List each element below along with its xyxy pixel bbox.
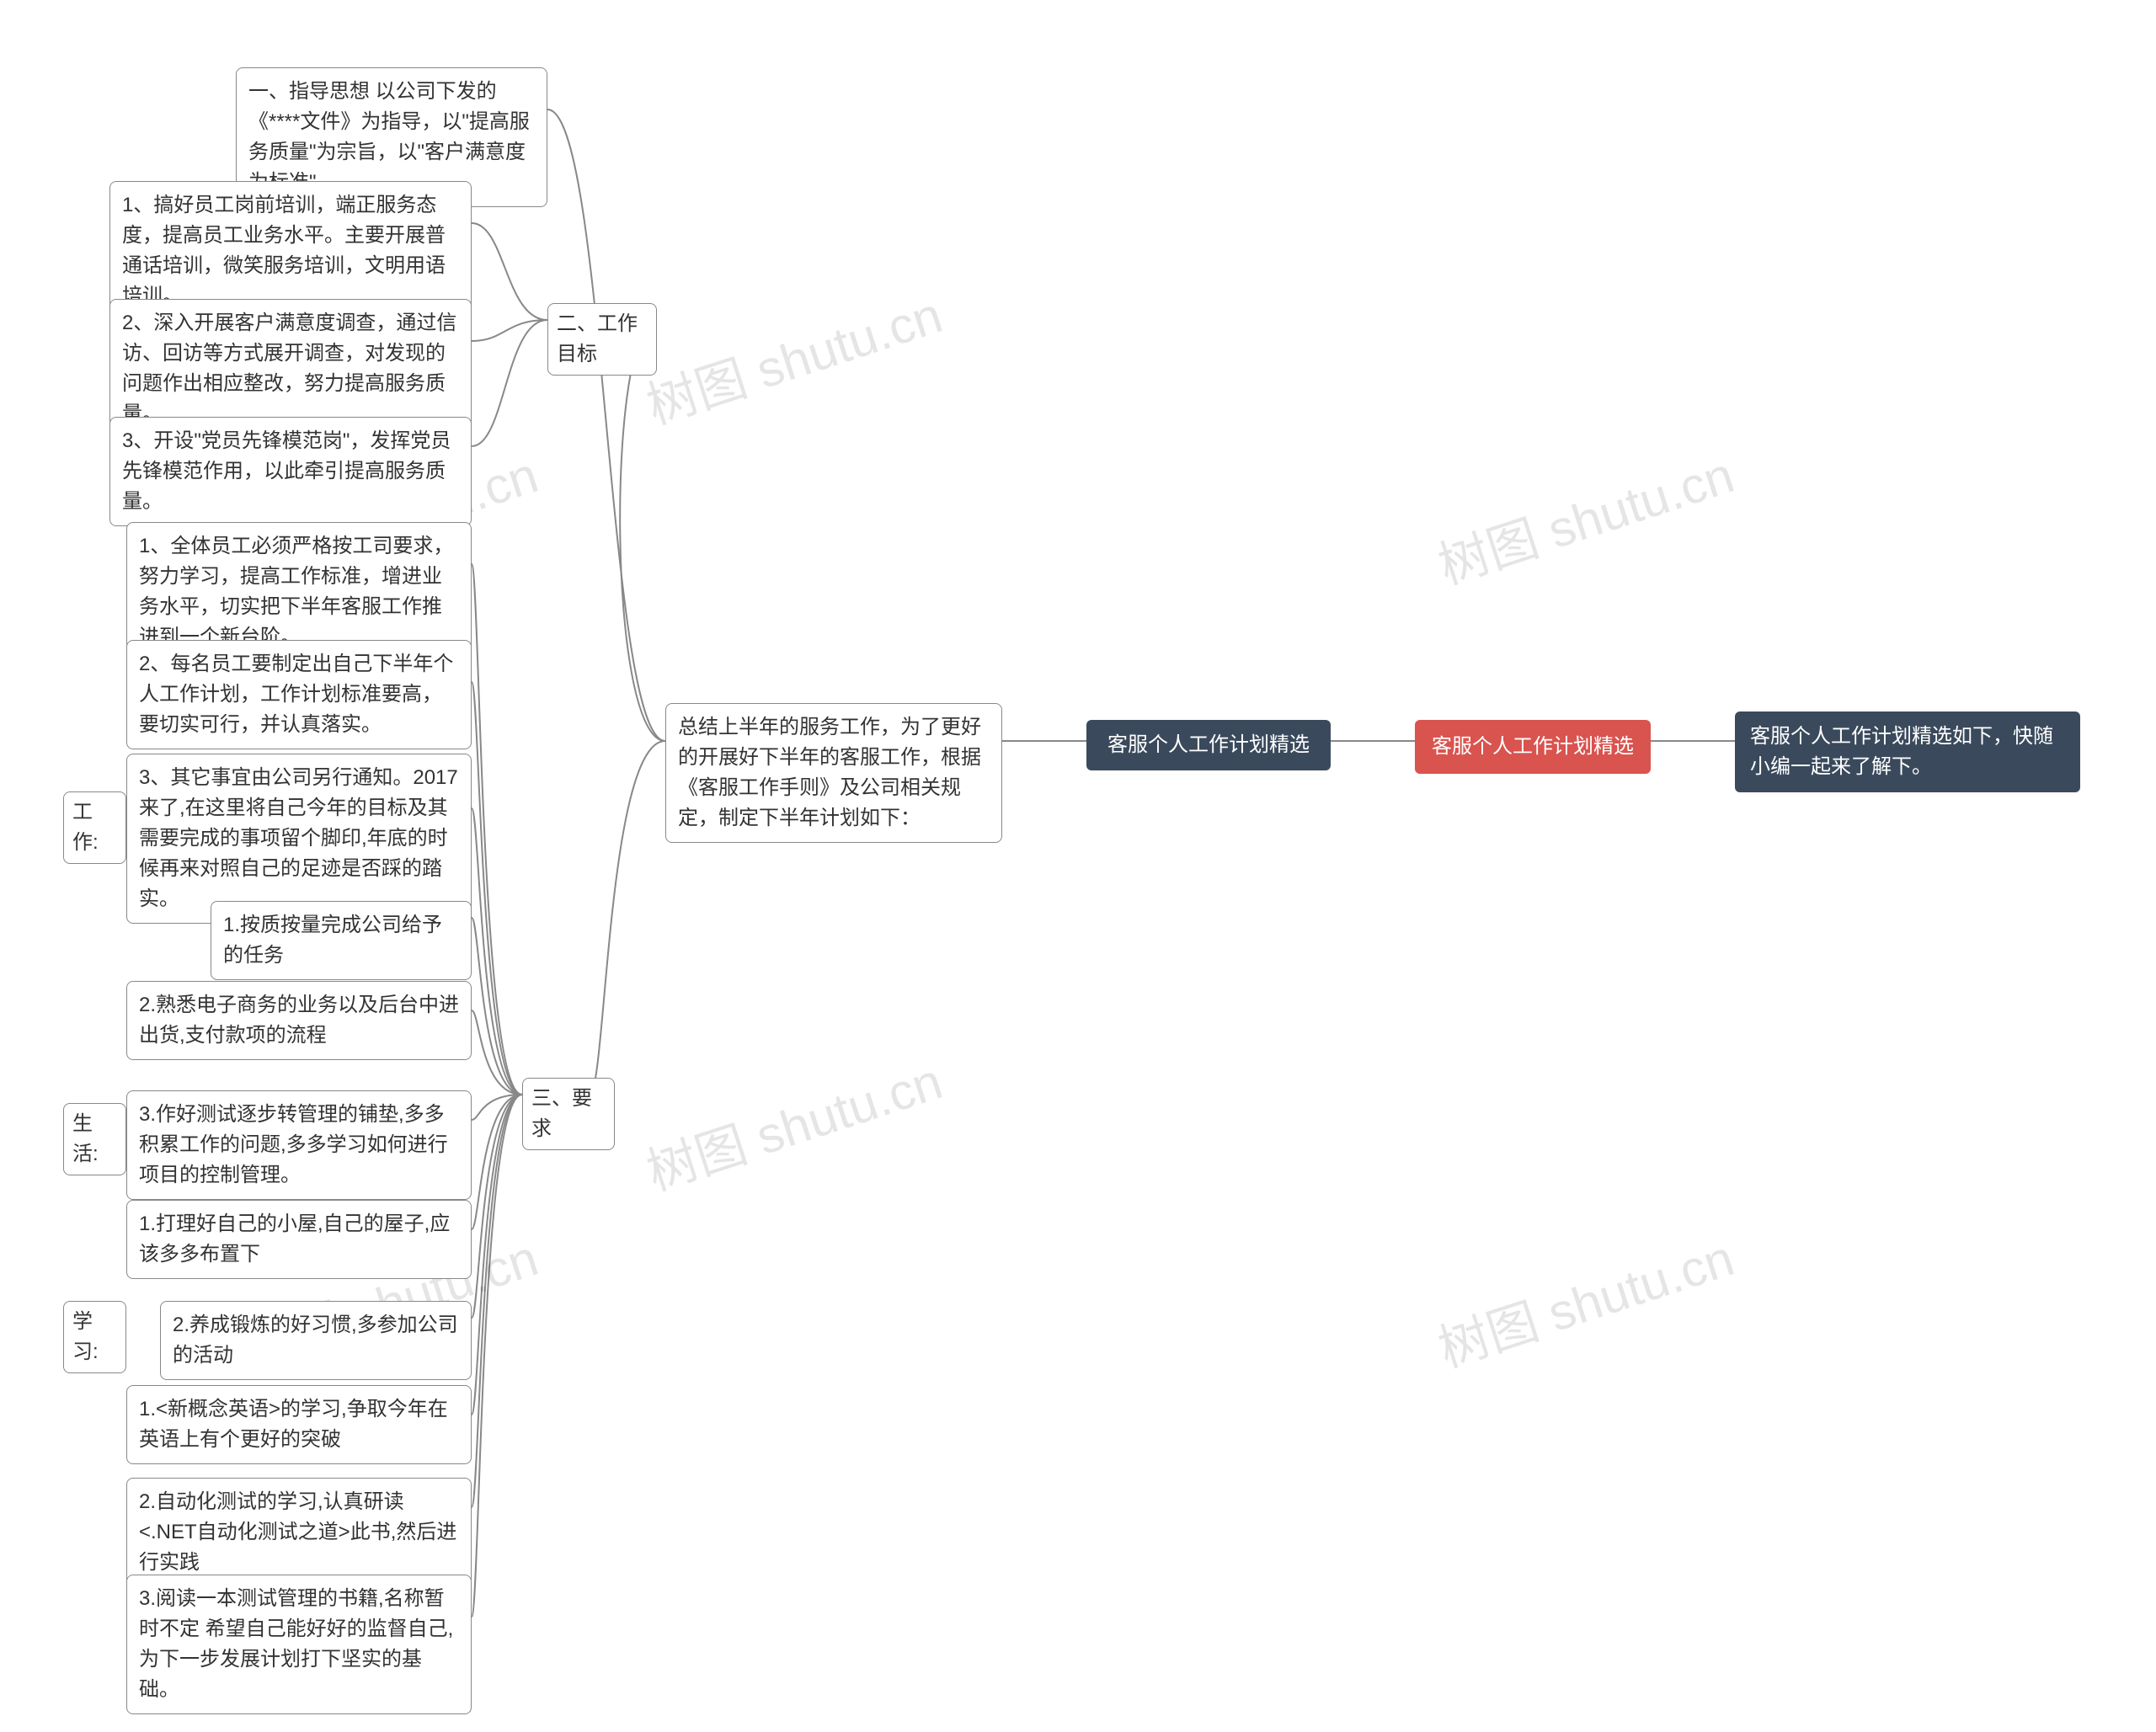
study-item-3-text: 3.阅读一本测试管理的书籍,名称暂时不定 希望自己能好好的监督自己,为下一步发展…	[139, 1587, 453, 1701]
study-label: 学习:	[72, 1310, 99, 1363]
work-item-1[interactable]: 1.按质按量完成公司给予的任务	[211, 901, 472, 980]
section2-title: 二、工作目标	[557, 312, 638, 365]
study-label-node[interactable]: 学习:	[63, 1301, 126, 1373]
watermark: 树图 shutu.cn	[636, 1041, 950, 1205]
life-item-1[interactable]: 1.打理好自己的小屋,自己的屋子,应该多多布置下	[126, 1200, 472, 1279]
section3-item-2[interactable]: 2、每名员工要制定出自己下半年个人工作计划，工作计划标准要高，要切实可行，并认真…	[126, 640, 472, 749]
work-item-3-text: 3.作好测试逐步转管理的铺垫,多多积累工作的问题,多多学习如何进行项目的控制管理…	[139, 1103, 448, 1186]
study-item-2-text: 2.自动化测试的学习,认真研读<.NET自动化测试之道>此书,然后进行实践	[139, 1490, 456, 1574]
intro-text: 客服个人工作计划精选如下，快随小编一起来了解下。	[1750, 725, 2053, 778]
section3-item-1-text: 1、全体员工必须严格按工司要求，努力学习，提高工作标准，增进业务水平，切实把下半…	[139, 535, 453, 648]
section2-node[interactable]: 二、工作目标	[547, 303, 657, 376]
root-title: 客服个人工作计划精选	[1432, 735, 1634, 758]
work-item-2-text: 2.熟悉电子商务的业务以及后台中进出货,支付款项的流程	[139, 994, 459, 1047]
level1-node[interactable]: 客服个人工作计划精选	[1086, 720, 1331, 770]
watermark: 树图 shutu.cn	[1428, 1218, 1742, 1382]
summary-node[interactable]: 总结上半年的服务工作，为了更好的开展好下半年的客服工作，根据《客服工作手则》及公…	[665, 703, 1002, 843]
watermark: 树图 shutu.cn	[636, 274, 950, 439]
section2-item-2-text: 2、深入开展客户满意度调查，通过信访、回访等方式展开调查，对发现的问题作出相应整…	[122, 312, 456, 425]
work-label-node[interactable]: 工作:	[63, 791, 126, 864]
study-item-2[interactable]: 2.自动化测试的学习,认真研读<.NET自动化测试之道>此书,然后进行实践	[126, 1478, 472, 1587]
work-item-1-text: 1.按质按量完成公司给予的任务	[223, 914, 442, 967]
study-item-1-text: 1.<新概念英语>的学习,争取今年在英语上有个更好的突破	[139, 1398, 448, 1451]
section3-item-3[interactable]: 3、其它事宜由公司另行通知。2017来了,在这里将自己今年的目标及其需要完成的事…	[126, 754, 472, 924]
section2-item-3-text: 3、开设"党员先锋模范岗"，发挥党员先锋模范作用，以此牵引提高服务质量。	[122, 429, 451, 513]
life-item-2-text: 2.养成锻炼的好习惯,多参加公司的活动	[173, 1314, 458, 1367]
section3-title: 三、要求	[531, 1087, 592, 1140]
life-label: 生活:	[72, 1112, 99, 1165]
section2-item-3[interactable]: 3、开设"党员先锋模范岗"，发挥党员先锋模范作用，以此牵引提高服务质量。	[109, 417, 472, 526]
section1-text: 一、指导思想 以公司下发的《****文件》为指导，以"提高服务质量"为宗旨，以"…	[248, 80, 530, 194]
section3-node[interactable]: 三、要求	[522, 1078, 615, 1150]
life-item-1-text: 1.打理好自己的小屋,自己的屋子,应该多多布置下	[139, 1212, 450, 1266]
work-item-2[interactable]: 2.熟悉电子商务的业务以及后台中进出货,支付款项的流程	[126, 981, 472, 1060]
study-item-3[interactable]: 3.阅读一本测试管理的书籍,名称暂时不定 希望自己能好好的监督自己,为下一步发展…	[126, 1575, 472, 1714]
life-label-node[interactable]: 生活:	[63, 1103, 126, 1175]
work-item-3[interactable]: 3.作好测试逐步转管理的铺垫,多多积累工作的问题,多多学习如何进行项目的控制管理…	[126, 1090, 472, 1200]
section3-item-2-text: 2、每名员工要制定出自己下半年个人工作计划，工作计划标准要高，要切实可行，并认真…	[139, 653, 453, 736]
watermark: 树图 shutu.cn	[1428, 434, 1742, 599]
work-label: 工作:	[72, 801, 99, 854]
intro-node[interactable]: 客服个人工作计划精选如下，快随小编一起来了解下。	[1735, 711, 2080, 792]
root-node[interactable]: 客服个人工作计划精选	[1415, 720, 1651, 774]
life-item-2[interactable]: 2.养成锻炼的好习惯,多参加公司的活动	[160, 1301, 472, 1380]
section2-item-1-text: 1、搞好员工岗前培训，端正服务态度，提高员工业务水平。主要开展普通话培训，微笑服…	[122, 194, 446, 307]
level1-label: 客服个人工作计划精选	[1107, 733, 1310, 756]
study-item-1[interactable]: 1.<新概念英语>的学习,争取今年在英语上有个更好的突破	[126, 1385, 472, 1464]
section3-item-3-text: 3、其它事宜由公司另行通知。2017来了,在这里将自己今年的目标及其需要完成的事…	[139, 766, 458, 910]
summary-text: 总结上半年的服务工作，为了更好的开展好下半年的客服工作，根据《客服工作手则》及公…	[678, 716, 981, 829]
